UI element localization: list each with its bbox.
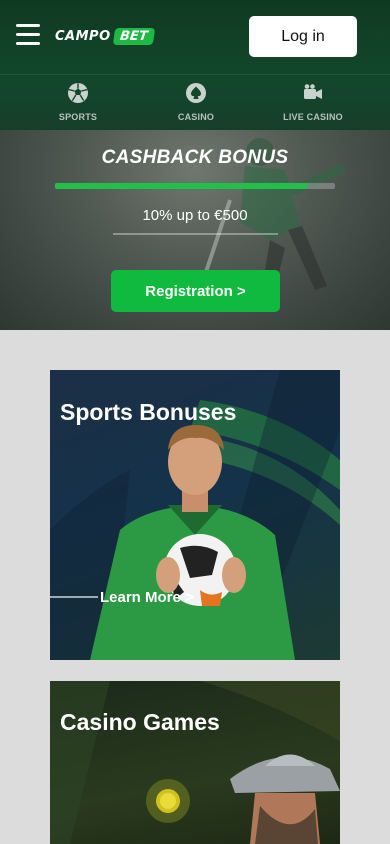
soccer-ball-icon (66, 81, 90, 105)
login-button[interactable]: Log in (249, 16, 357, 57)
hero-subtitle: 10% up to €500 (142, 207, 248, 224)
spade-icon (184, 81, 208, 105)
hero-progress-fill (55, 183, 307, 189)
nav-item-sports[interactable]: SPORTS (48, 75, 108, 131)
nav-label-casino: CASINO (177, 112, 215, 122)
video-camera-icon (301, 81, 325, 105)
learn-more-divider (50, 596, 98, 598)
sports-bonuses-title: Sports Bonuses (60, 399, 237, 425)
hero-progress-track (55, 183, 335, 189)
top-bar: CAMPO BET Log in (0, 0, 390, 74)
main-nav: SPORTS CASINO LIVE CASINO (0, 74, 390, 130)
site-logo[interactable]: CAMPO BET (55, 26, 155, 46)
hamburger-menu-icon[interactable] (16, 24, 40, 46)
logo-word-campo: CAMPO (55, 28, 111, 44)
cashback-hero-banner: CASHBACK BONUS 10% up to €500 Registrati… (0, 130, 390, 330)
nav-label-live-casino: LIVE CASINO (283, 112, 343, 122)
nav-label-sports: SPORTS (58, 112, 98, 122)
casino-games-title: Casino Games (60, 709, 220, 735)
nav-item-live-casino[interactable]: LIVE CASINO (271, 75, 355, 131)
nav-item-casino[interactable]: CASINO (166, 75, 226, 131)
hero-title: CASHBACK BONUS (101, 147, 289, 168)
casino-character-illustration (50, 681, 340, 844)
hero-divider (113, 233, 278, 235)
casino-games-card[interactable]: Casino Games (50, 681, 340, 844)
logo-word-bet: BET (112, 27, 155, 45)
site-header: CAMPO BET Log in SPORTS CASINO LIVE CASI… (0, 0, 390, 130)
learn-more-link[interactable]: Learn More > (100, 589, 194, 606)
sports-bonuses-card[interactable]: Sports Bonuses Learn More > (50, 370, 340, 660)
registration-button[interactable]: Registration > (111, 270, 280, 312)
